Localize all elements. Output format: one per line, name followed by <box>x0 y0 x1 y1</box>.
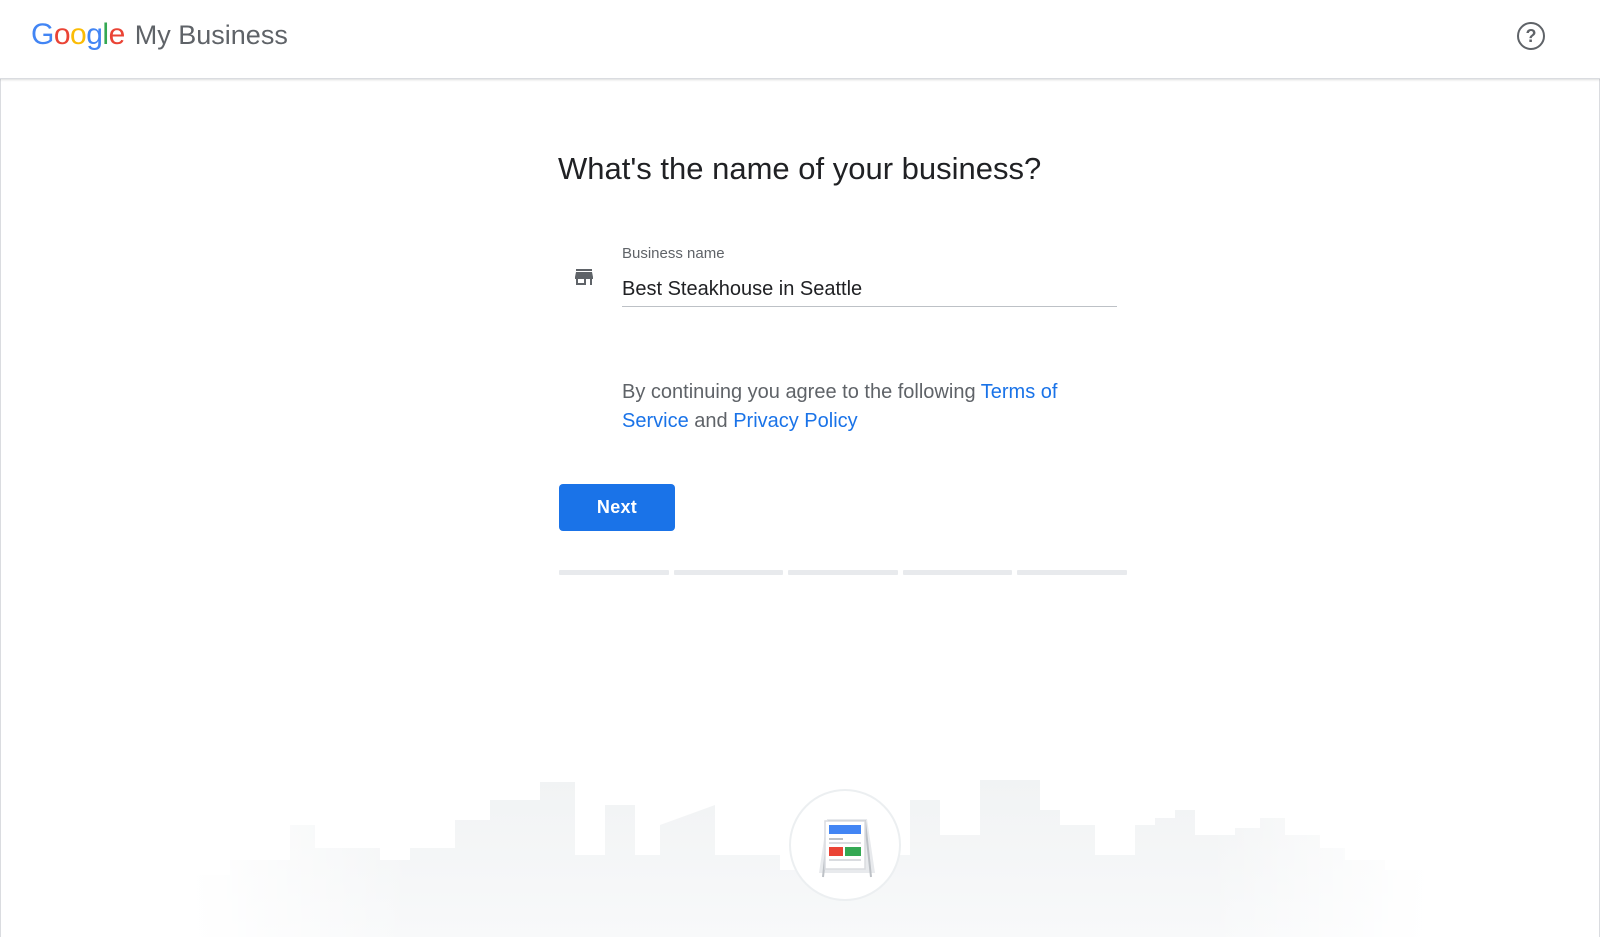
top-app-bar: Google My Business ? <box>0 0 1600 79</box>
progress-step <box>673 570 784 575</box>
logo-letter: g <box>86 18 103 51</box>
next-button[interactable]: Next <box>559 484 675 531</box>
page-title: What's the name of your business? <box>558 151 1042 186</box>
logo-letter: e <box>108 18 126 51</box>
business-name-field: Business name <box>622 240 1117 307</box>
terms-and: and <box>688 410 734 432</box>
business-name-label: Business name <box>622 245 725 262</box>
terms-notice: By continuing you agree to the following… <box>622 378 1102 436</box>
product-name: My Business <box>134 20 288 50</box>
google-wordmark: Google <box>31 18 125 52</box>
page-frame-left <box>0 79 1 937</box>
progress-step <box>559 570 669 575</box>
step-progress <box>559 570 1127 575</box>
privacy-policy-link[interactable]: Privacy Policy <box>733 410 857 432</box>
progress-step <box>1017 570 1127 575</box>
help-icon[interactable]: ? <box>1517 22 1545 50</box>
signboard-icon <box>819 819 875 878</box>
progress-step <box>902 570 1013 575</box>
logo-letter: o <box>53 18 71 51</box>
google-my-business-logo[interactable]: Google My Business <box>31 18 288 52</box>
signboard-badge <box>789 789 901 901</box>
progress-step <box>788 570 898 575</box>
logo-letter: G <box>31 18 54 51</box>
storefront-icon <box>575 269 593 285</box>
terms-prefix: By continuing you agree to the following <box>622 381 981 403</box>
logo-letter: o <box>70 18 87 51</box>
business-name-input[interactable] <box>622 275 1117 303</box>
